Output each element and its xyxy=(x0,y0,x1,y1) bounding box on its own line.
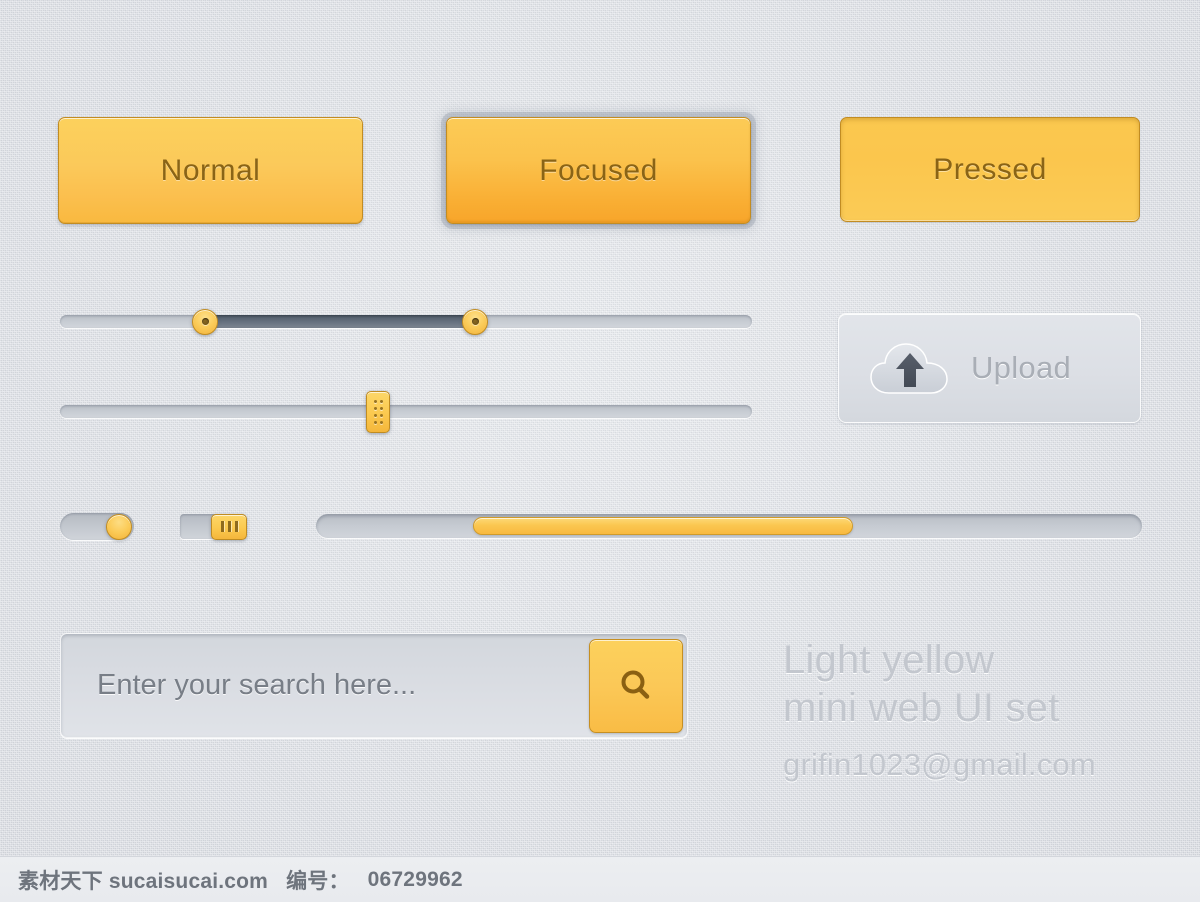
grip-dot xyxy=(379,413,383,417)
toggle-knob[interactable] xyxy=(211,513,247,540)
cloud-upload-icon xyxy=(869,339,953,397)
progress-bar-fill xyxy=(472,517,853,535)
normal-button[interactable]: Normal xyxy=(58,117,363,224)
handle-center-dot xyxy=(471,318,479,325)
square-toggle-switch[interactable] xyxy=(180,513,247,540)
pressed-button-label: Pressed xyxy=(933,152,1047,186)
range-slider-track[interactable] xyxy=(60,315,752,328)
watermark-bar: 素材天下 sucaisucai.com 编号： 06729962 xyxy=(0,856,1200,902)
focused-button[interactable]: Focused xyxy=(446,117,751,224)
progress-bar-track[interactable] xyxy=(316,514,1142,538)
grip-line xyxy=(227,521,231,532)
range-slider-handle-left[interactable] xyxy=(192,308,219,335)
single-slider-track[interactable] xyxy=(60,405,752,418)
normal-button-label: Normal xyxy=(160,153,261,187)
credit-line-2: mini web UI set xyxy=(783,686,1060,730)
grip-dot xyxy=(373,420,377,424)
watermark-id-value: 06729962 xyxy=(367,867,463,891)
grip-dot xyxy=(379,399,383,403)
search-icon xyxy=(621,670,650,699)
grip-line xyxy=(220,521,224,532)
search-field[interactable] xyxy=(60,633,688,738)
grip-dot xyxy=(379,406,383,410)
range-slider-fill xyxy=(205,315,476,328)
grip-dot xyxy=(373,406,377,410)
grip-dot xyxy=(373,399,377,403)
search-input[interactable] xyxy=(97,634,577,737)
focused-button-label: Focused xyxy=(539,153,658,187)
handle-center-dot xyxy=(201,318,209,325)
grip-line xyxy=(234,521,238,532)
search-button[interactable] xyxy=(589,638,683,733)
grip-dot xyxy=(379,420,383,424)
range-slider-handle-right[interactable] xyxy=(462,308,489,335)
credit-line-1: Light yellow xyxy=(783,638,995,682)
credit-block: Light yellow mini web UI set grifin1023@… xyxy=(783,636,1096,784)
upload-button[interactable]: Upload xyxy=(838,313,1141,423)
single-slider-handle[interactable] xyxy=(366,390,391,433)
watermark-site: 素材天下 sucaisucai.com xyxy=(18,869,269,893)
pressed-button[interactable]: Pressed xyxy=(840,117,1140,222)
upload-button-label: Upload xyxy=(971,350,1072,385)
credit-email: grifin1023@gmail.com xyxy=(783,747,1096,782)
toggle-knob[interactable] xyxy=(106,513,132,540)
watermark-id-label: 编号： xyxy=(286,869,350,893)
grip-dot xyxy=(373,413,377,417)
round-toggle-switch[interactable] xyxy=(60,513,134,540)
